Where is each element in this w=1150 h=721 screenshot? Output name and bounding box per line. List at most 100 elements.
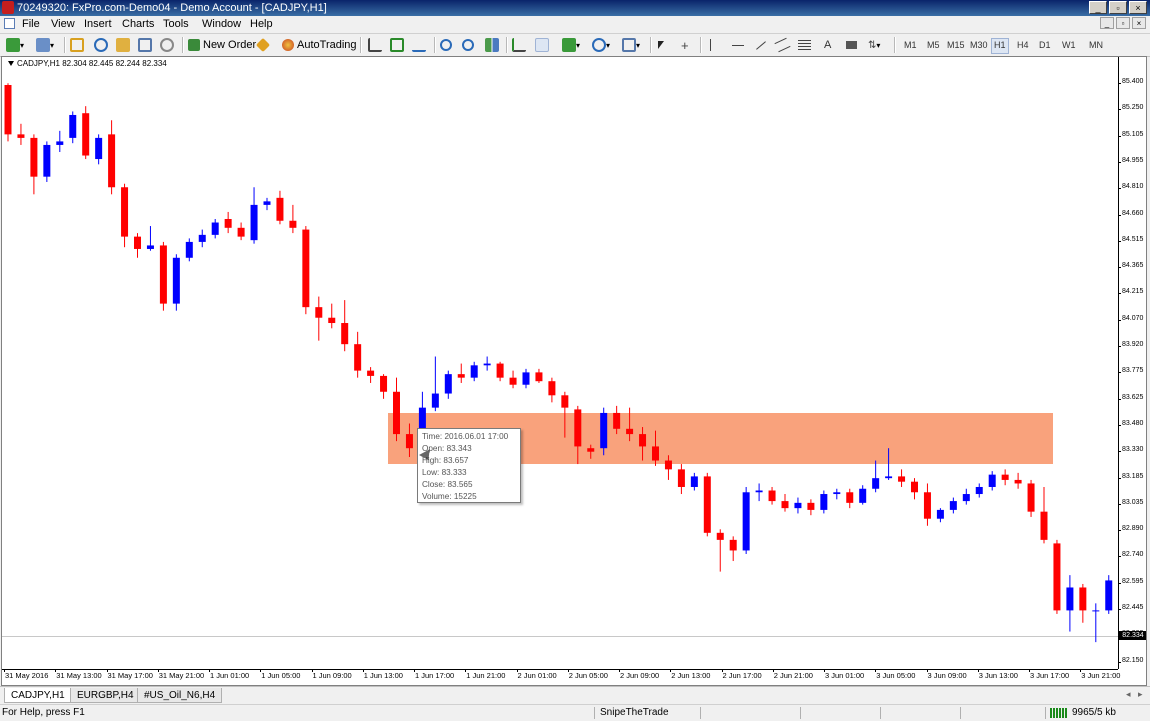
candle[interactable] — [82, 106, 90, 160]
candle[interactable] — [949, 497, 957, 514]
candle[interactable] — [1027, 479, 1035, 517]
text-tool-button[interactable]: A — [824, 37, 831, 53]
chart-shift-button[interactable] — [512, 37, 526, 53]
candle[interactable] — [716, 529, 724, 572]
menu-charts[interactable]: Charts — [122, 18, 154, 30]
candle[interactable] — [121, 183, 129, 248]
candle[interactable] — [185, 238, 193, 262]
candle[interactable] — [833, 488, 841, 500]
strategy-tester-button[interactable] — [160, 37, 174, 53]
candle[interactable] — [17, 123, 25, 145]
candle[interactable] — [43, 141, 51, 182]
tile-windows-button[interactable] — [485, 37, 499, 53]
candle[interactable] — [522, 368, 530, 389]
trendline-button[interactable] — [755, 37, 767, 53]
new-order-button[interactable]: New Order — [188, 37, 256, 53]
candle[interactable] — [548, 377, 556, 403]
profiles-button[interactable]: ▾ — [36, 37, 54, 53]
candle[interactable] — [69, 111, 77, 144]
candle[interactable] — [431, 356, 439, 412]
candle[interactable] — [1079, 583, 1087, 623]
candle[interactable] — [457, 363, 465, 383]
candle[interactable] — [1040, 486, 1048, 544]
candle[interactable] — [535, 368, 543, 383]
candle[interactable] — [1001, 469, 1009, 486]
market-watch-button[interactable] — [70, 37, 84, 53]
candle[interactable] — [328, 303, 336, 329]
periods-button[interactable]: ▾ — [592, 37, 610, 53]
timeframe-d1[interactable]: D1 — [1037, 38, 1053, 52]
candle[interactable] — [56, 130, 64, 152]
tab-us-oil-h4[interactable]: #US_Oil_N6,H4 — [137, 688, 223, 703]
tab-eurgbp-h4[interactable]: EURGBP,H4 — [70, 688, 141, 703]
horizontal-line-button[interactable] — [732, 37, 744, 53]
candle[interactable] — [1092, 603, 1100, 643]
candle[interactable] — [237, 222, 245, 241]
timeframe-mn[interactable]: MN — [1087, 38, 1105, 52]
timeframe-m30[interactable]: M30 — [968, 38, 990, 52]
data-window-button[interactable] — [94, 37, 108, 53]
candle[interactable] — [95, 134, 103, 165]
candle[interactable] — [496, 361, 504, 382]
candle[interactable] — [1053, 539, 1061, 614]
menu-insert[interactable]: Insert — [84, 18, 112, 30]
candle[interactable] — [1105, 575, 1113, 614]
candle[interactable] — [315, 296, 323, 341]
cursor-tool-button[interactable] — [658, 37, 664, 53]
candle[interactable] — [224, 211, 232, 234]
candlestick-button[interactable] — [390, 37, 404, 53]
candle[interactable] — [962, 488, 970, 505]
candle[interactable] — [146, 226, 154, 251]
candle[interactable] — [846, 488, 854, 509]
candle[interactable] — [483, 356, 491, 371]
arrows-button[interactable]: ⇅ ▾ — [868, 37, 880, 53]
new-chart-button[interactable]: ▾ — [6, 37, 24, 53]
candle[interactable] — [652, 430, 659, 466]
candle[interactable] — [677, 464, 685, 495]
candle[interactable] — [587, 444, 595, 459]
candle[interactable] — [885, 448, 893, 480]
chart-window-icon[interactable] — [4, 18, 15, 29]
vertical-line-button[interactable] — [710, 37, 711, 53]
candle[interactable] — [1014, 472, 1022, 489]
candle[interactable] — [872, 460, 880, 493]
candle[interactable] — [172, 254, 180, 311]
candle[interactable] — [988, 471, 996, 491]
chart-close-button[interactable]: × — [1132, 17, 1146, 29]
templates-button[interactable]: ▾ — [622, 37, 640, 53]
candle[interactable] — [289, 204, 297, 234]
candle[interactable] — [859, 485, 867, 505]
timeframe-h4[interactable]: H4 — [1015, 38, 1031, 52]
tab-scroll-right-icon[interactable]: ▸ — [1138, 689, 1143, 700]
candle[interactable] — [626, 407, 634, 442]
crosshair-tool-button[interactable]: + — [681, 37, 689, 53]
chart-window[interactable]: 85.400 85.250 85.105 84.955 84.810 84.660 84.5… — [1, 56, 1147, 686]
candle[interactable] — [742, 486, 750, 554]
text-label-button[interactable] — [846, 37, 857, 53]
candle[interactable] — [574, 405, 582, 465]
candlestick-series[interactable] — [2, 57, 1118, 669]
price-axis[interactable] — [1118, 57, 1119, 669]
candle[interactable] — [898, 469, 906, 487]
chart-minimize-button[interactable]: _ — [1100, 17, 1114, 29]
meta-editor-button[interactable] — [255, 37, 271, 53]
candle[interactable] — [341, 300, 349, 352]
candle[interactable] — [108, 120, 116, 195]
candle[interactable] — [690, 472, 698, 491]
candle[interactable] — [600, 407, 608, 456]
indicators-button[interactable]: ▾ — [562, 37, 580, 53]
menu-help[interactable]: Help — [250, 18, 273, 30]
candle[interactable] — [393, 377, 400, 442]
channel-button[interactable] — [774, 37, 791, 53]
candle[interactable] — [276, 190, 284, 225]
maximize-button[interactable]: ▫ — [1109, 1, 1127, 14]
candle[interactable] — [302, 226, 310, 315]
candle[interactable] — [975, 483, 983, 498]
autoscroll-button[interactable] — [535, 37, 549, 53]
menu-tools[interactable]: Tools — [163, 18, 189, 30]
menu-view[interactable]: View — [51, 18, 75, 30]
line-chart-button[interactable] — [412, 37, 426, 53]
candle[interactable] — [755, 483, 763, 502]
zoom-out-button[interactable] — [462, 37, 474, 53]
candle[interactable] — [263, 197, 271, 211]
